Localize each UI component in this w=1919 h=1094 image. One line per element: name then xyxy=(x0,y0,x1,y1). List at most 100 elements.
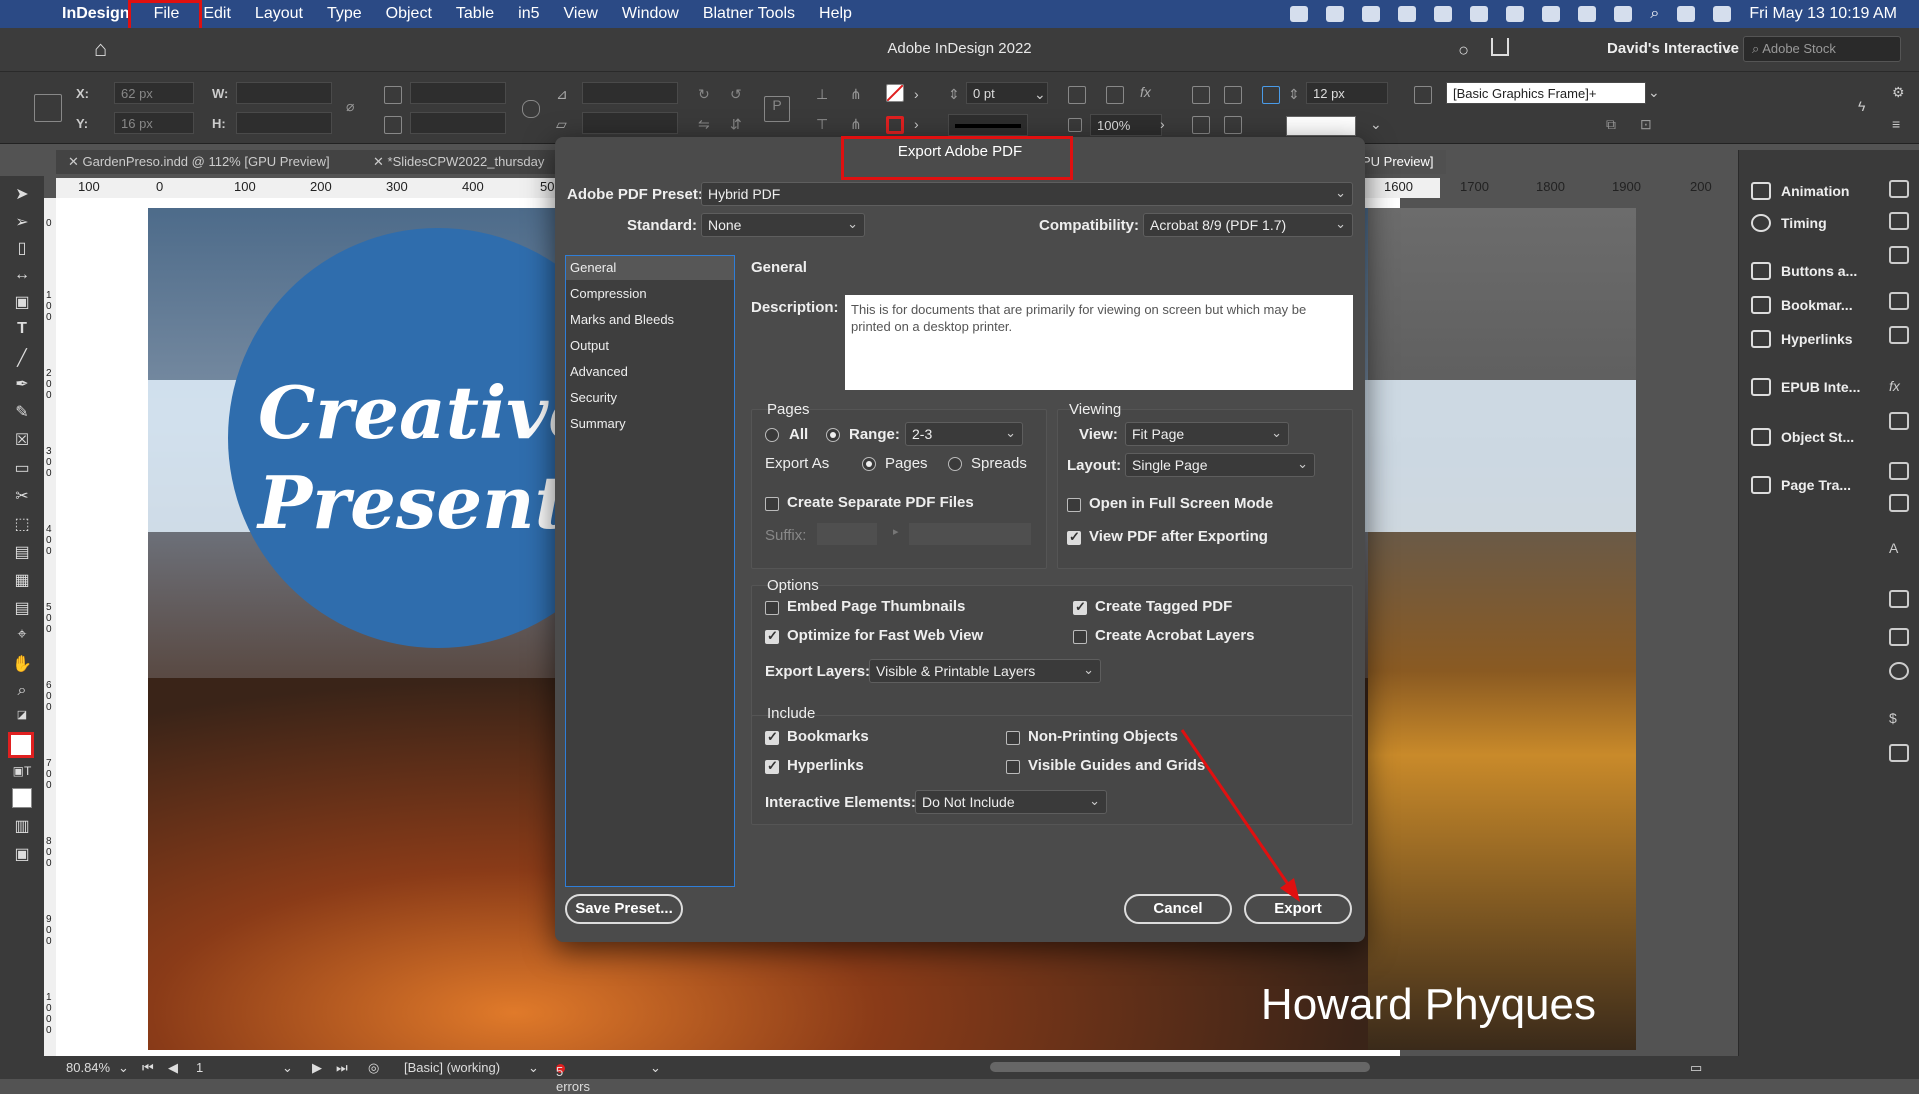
pages-range-radio[interactable] xyxy=(826,428,840,442)
acrobat-layers-checkbox[interactable] xyxy=(1073,630,1087,644)
previous-page-icon[interactable]: ◀ xyxy=(168,1060,178,1076)
gap-tool-icon[interactable]: ↔ xyxy=(12,266,32,286)
export-as-spreads-radio[interactable] xyxy=(948,457,962,471)
shear-angle-icon[interactable]: ▱ xyxy=(556,116,574,134)
reference-point-icon[interactable] xyxy=(34,94,62,122)
zoom-tool-icon[interactable]: ⌕ xyxy=(12,682,32,702)
clear-overrides-icon[interactable]: ⧉ xyxy=(1606,116,1624,134)
menu-layout[interactable]: Layout xyxy=(243,0,315,28)
object-style-icon[interactable] xyxy=(1414,86,1432,104)
panel-timing[interactable]: Timing xyxy=(1751,210,1881,236)
spotlight-icon[interactable]: ⌕ xyxy=(1650,5,1659,23)
zoom-level[interactable]: 80.84% xyxy=(66,1060,110,1075)
droplet-icon[interactable] xyxy=(1506,6,1525,22)
fill-stroke-swatch-icon[interactable] xyxy=(8,732,34,758)
tab-slidescpw[interactable]: ✕ *SlidesCPW2022_thursday xyxy=(361,150,561,174)
select-content-icon[interactable]: ⋔ xyxy=(850,86,868,104)
direct-selection-tool-icon[interactable]: ➢ xyxy=(12,212,32,232)
chevron-down-icon[interactable]: ⌄ xyxy=(118,1060,129,1076)
info-icon[interactable] xyxy=(1889,662,1909,680)
eyedropper-tool-icon[interactable]: ⌖ xyxy=(12,626,32,646)
gutter-stepper-icon[interactable]: ⇕ xyxy=(1288,86,1306,104)
pages-icon[interactable] xyxy=(1889,180,1909,198)
keyboard-icon[interactable] xyxy=(1470,6,1489,22)
hyperlinks-checkbox[interactable] xyxy=(765,758,779,774)
save-preset-button[interactable]: Save Preset... xyxy=(565,894,683,924)
note-tool-icon[interactable]: ▤ xyxy=(12,598,32,618)
stroke-type-swatch[interactable] xyxy=(948,114,1028,136)
vertical-ruler[interactable]: 0 1 0 0 2 0 0 3 0 0 4 0 0 5 0 0 6 0 0 7 … xyxy=(44,198,56,1056)
export-layers-select[interactable]: Visible & Printable Layers ⌄ xyxy=(869,659,1101,683)
rotate-ccw-icon[interactable]: ↺ xyxy=(730,86,748,104)
selection-tool-icon[interactable]: ➤ xyxy=(12,184,32,204)
auto-fit-icon[interactable] xyxy=(1262,86,1280,104)
w-field[interactable] xyxy=(236,82,332,104)
upload-icon[interactable] xyxy=(1398,6,1417,22)
scripts-icon[interactable] xyxy=(1889,744,1909,762)
swatches-icon[interactable] xyxy=(1889,326,1909,344)
y-field[interactable]: 16 px xyxy=(114,112,194,134)
chevron-down-icon[interactable]: ⌄ xyxy=(650,1060,661,1076)
stroke-swatch-icon[interactable] xyxy=(886,116,904,134)
next-page-icon[interactable]: ▶ xyxy=(312,1060,322,1076)
author-name[interactable]: Howard Phyques xyxy=(1261,980,1596,1030)
creative-cloud-icon[interactable] xyxy=(1326,6,1345,22)
links-icon[interactable] xyxy=(1889,246,1909,264)
control-center-icon[interactable] xyxy=(1677,6,1696,22)
flip-vertical-icon[interactable]: ⇵ xyxy=(730,116,748,134)
page-number-field[interactable]: 1 xyxy=(196,1060,203,1075)
menubar-clock[interactable]: Fri May 13 10:19 AM xyxy=(1749,5,1897,23)
free-transform-tool-icon[interactable]: ⬚ xyxy=(12,514,32,534)
h-field[interactable] xyxy=(236,112,332,134)
x-field[interactable]: 62 px xyxy=(114,82,194,104)
view-select[interactable]: Fit Page ⌄ xyxy=(1125,422,1289,446)
display-icon[interactable] xyxy=(1434,6,1453,22)
paragraph-styles-icon[interactable] xyxy=(1889,462,1909,480)
non-printing-checkbox[interactable] xyxy=(1006,731,1020,745)
link-icon[interactable] xyxy=(522,100,540,118)
siri-icon[interactable] xyxy=(1713,6,1732,22)
quick-apply-icon[interactable]: ϟ xyxy=(1858,98,1876,116)
compatibility-select[interactable]: Acrobat 8/9 (PDF 1.7) ⌄ xyxy=(1143,213,1353,237)
scale-y-icon[interactable] xyxy=(384,116,402,134)
rectangle-frame-tool-icon[interactable]: ☒ xyxy=(12,430,32,450)
panel-hyperlinks[interactable]: Hyperlinks xyxy=(1751,326,1881,352)
content-collector-icon[interactable]: ▣ xyxy=(12,292,32,312)
notes-icon[interactable] xyxy=(1889,628,1909,646)
menu-view[interactable]: View xyxy=(552,0,610,28)
rectangle-tool-icon[interactable]: ▭ xyxy=(12,458,32,478)
align-left-icon[interactable] xyxy=(1192,86,1210,104)
preflight-profile[interactable]: [Basic] (working) xyxy=(404,1060,500,1075)
password-icon[interactable] xyxy=(1578,6,1597,22)
workspace-switcher[interactable]: David's Interactive xyxy=(1607,40,1739,57)
record-icon[interactable] xyxy=(1542,6,1561,22)
panel-object-states[interactable]: Object St... xyxy=(1751,424,1881,450)
character-styles-icon[interactable] xyxy=(1889,494,1909,512)
pages-all-radio[interactable] xyxy=(765,428,779,442)
view-mode-icon[interactable]: ▭ xyxy=(1690,1060,1702,1076)
tagged-pdf-checkbox[interactable] xyxy=(1073,599,1087,615)
stroke-weight-stepper-icon[interactable]: ⇕ xyxy=(948,86,966,104)
apply-none-icon[interactable] xyxy=(12,788,32,808)
formatting-container-icon[interactable]: ▣T xyxy=(12,764,32,784)
hand-tool-icon[interactable]: ✋ xyxy=(12,654,32,674)
flip-horizontal-icon[interactable]: ⇋ xyxy=(698,116,716,134)
optimize-web-checkbox[interactable] xyxy=(765,628,779,644)
chevron-down-icon[interactable]: ⌄ xyxy=(1723,42,1733,56)
chevron-down-icon[interactable]: ⌄ xyxy=(528,1060,539,1076)
fill-chevron-icon[interactable]: › xyxy=(914,86,932,104)
category-marks-bleeds[interactable]: Marks and Bleeds xyxy=(566,308,734,332)
last-page-icon[interactable]: ⏭ xyxy=(336,1060,348,1076)
menu-help[interactable]: Help xyxy=(807,0,864,28)
panel-bookmarks[interactable]: Bookmar... xyxy=(1751,292,1881,318)
screen-mode-icon[interactable]: ▥ xyxy=(12,816,32,836)
lightbulb-icon[interactable]: ○ xyxy=(1458,40,1469,61)
frame-options-icon[interactable]: ⊡ xyxy=(1640,116,1658,134)
select-next-icon[interactable]: ⋔ xyxy=(850,116,868,134)
full-screen-checkbox[interactable] xyxy=(1067,498,1081,512)
preview-mode-icon[interactable]: ▣ xyxy=(12,844,32,864)
adobe-stock-search[interactable]: ⌕ Adobe Stock xyxy=(1743,36,1901,62)
scale-x-field[interactable] xyxy=(410,82,506,104)
separate-pdf-checkbox[interactable] xyxy=(765,497,779,511)
rotate-field[interactable] xyxy=(582,82,678,104)
